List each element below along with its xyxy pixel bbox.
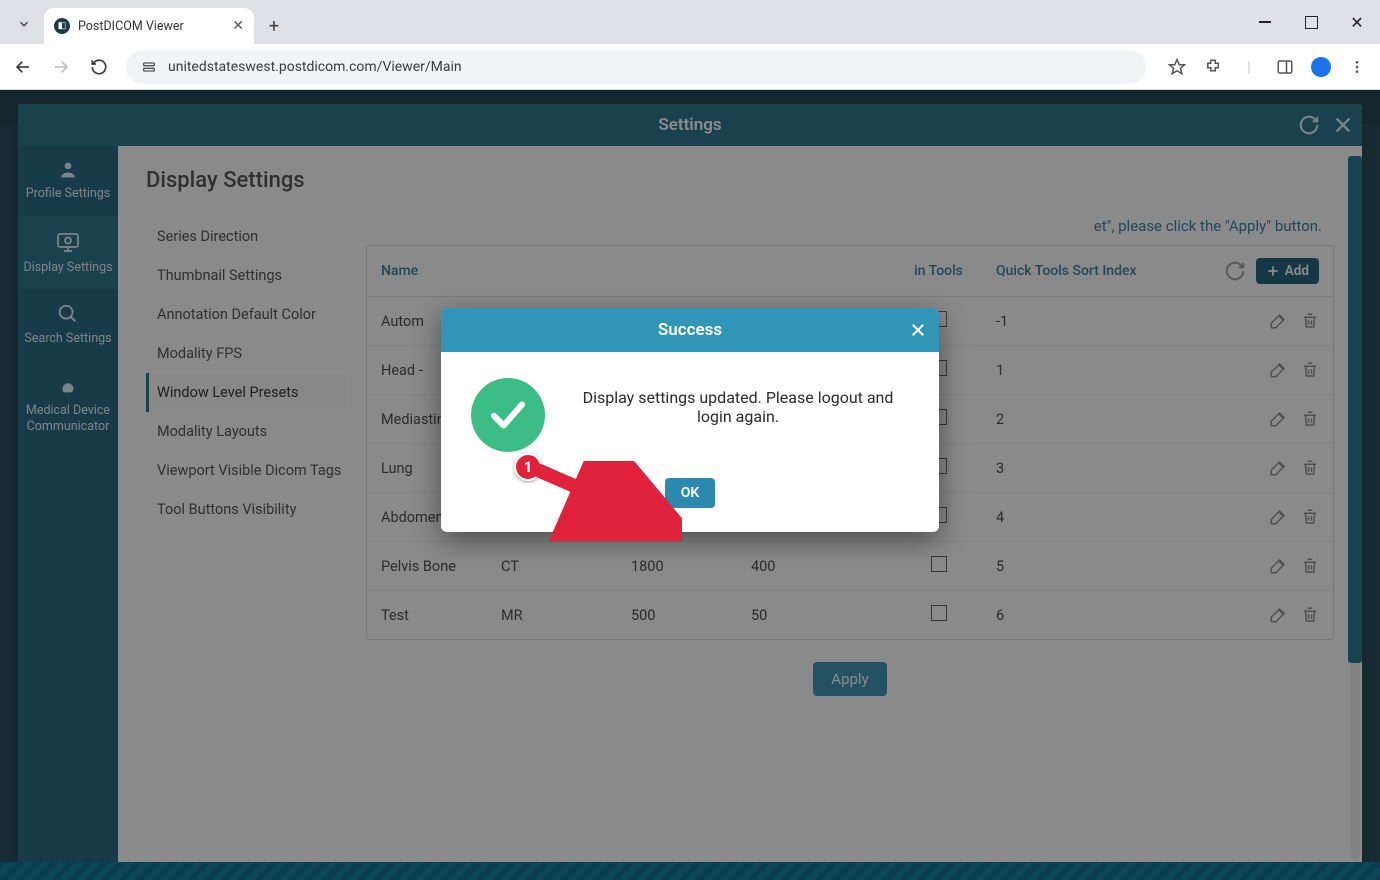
profile-avatar[interactable] bbox=[1304, 50, 1338, 84]
window-close-button[interactable] bbox=[1334, 0, 1380, 44]
toolbar-right: | bbox=[1160, 50, 1374, 84]
site-info-icon[interactable] bbox=[140, 58, 158, 76]
tab-title: PostDICOM Viewer bbox=[78, 19, 224, 34]
modal-title: Success bbox=[658, 320, 722, 340]
bottom-hatch bbox=[0, 862, 1380, 880]
window-controls bbox=[1242, 0, 1380, 44]
modal-message: Display settings updated. Please logout … bbox=[567, 378, 909, 426]
modal-body: Display settings updated. Please logout … bbox=[441, 352, 939, 478]
forward-button[interactable] bbox=[44, 50, 78, 84]
new-tab-button[interactable]: + bbox=[260, 12, 288, 40]
back-button[interactable] bbox=[6, 50, 40, 84]
browser-tab[interactable]: ◧ PostDICOM Viewer ✕ bbox=[44, 8, 254, 44]
browser-menu-icon[interactable] bbox=[1340, 50, 1374, 84]
window-maximize-button[interactable] bbox=[1288, 0, 1334, 44]
app-viewport: Settings Profile Settings bbox=[0, 90, 1380, 880]
success-modal: Success Display settings updated. Please… bbox=[441, 308, 939, 532]
success-check-icon bbox=[471, 378, 545, 452]
modal-footer: OK bbox=[441, 478, 939, 532]
window-minimize-button[interactable] bbox=[1242, 0, 1288, 44]
tab-search-button[interactable] bbox=[8, 8, 40, 40]
sidepanel-icon[interactable] bbox=[1268, 50, 1302, 84]
browser-toolbar: unitedstateswest.postdicom.com/Viewer/Ma… bbox=[0, 44, 1380, 90]
modal-header: Success bbox=[441, 308, 939, 352]
reload-button[interactable] bbox=[82, 50, 116, 84]
modal-close-icon[interactable] bbox=[909, 321, 927, 339]
extensions-icon[interactable] bbox=[1196, 50, 1230, 84]
tab-strip: ◧ PostDICOM Viewer ✕ + bbox=[0, 0, 1380, 44]
ok-button[interactable]: OK bbox=[665, 478, 716, 508]
tab-close-icon[interactable]: ✕ bbox=[232, 18, 244, 34]
browser-window: ◧ PostDICOM Viewer ✕ + unitedstateswest.… bbox=[0, 0, 1380, 880]
url-text: unitedstateswest.postdicom.com/Viewer/Ma… bbox=[168, 59, 462, 75]
separator: | bbox=[1232, 50, 1266, 84]
bookmark-icon[interactable] bbox=[1160, 50, 1194, 84]
address-bar[interactable]: unitedstateswest.postdicom.com/Viewer/Ma… bbox=[126, 50, 1146, 84]
favicon: ◧ bbox=[54, 18, 70, 34]
